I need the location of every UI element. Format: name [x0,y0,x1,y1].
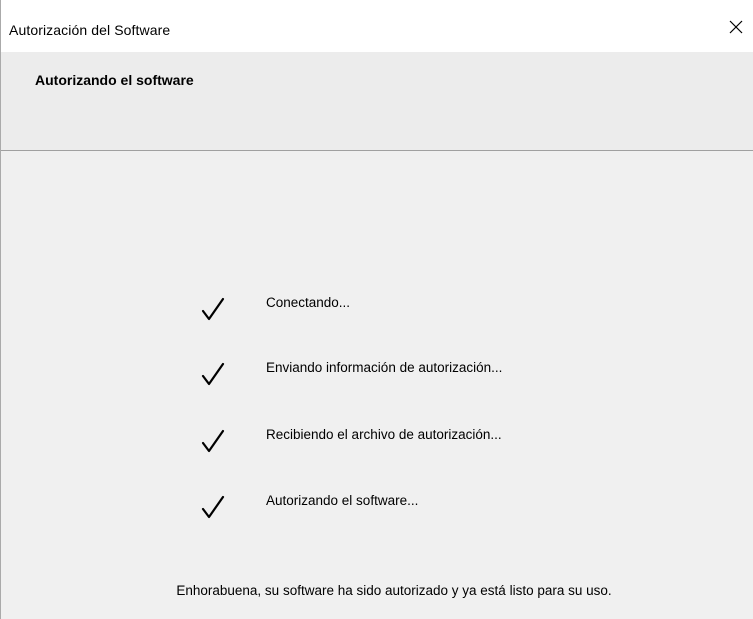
step-label: Autorizando el software... [266,493,419,508]
step-sending-info: Enviando información de autorización... [1,358,753,398]
header-panel: Autorizando el software [1,52,753,151]
checkmark-icon [201,362,225,386]
close-icon [729,20,743,34]
checkmark-icon [201,297,225,321]
checkmark-icon [201,429,225,453]
step-receiving-file: Recibiendo el archivo de autorización... [1,425,753,465]
step-label: Enviando información de autorización... [266,360,503,375]
steps-panel: Conectando... Enviando información de au… [1,151,753,619]
step-label: Recibiendo el archivo de autorización... [266,427,502,442]
page-title: Autorizando el software [35,72,194,88]
title-bar: Autorización del Software [1,0,753,52]
close-button[interactable] [719,10,753,44]
window-title: Autorización del Software [9,22,171,38]
checkmark-icon [201,495,225,519]
authorization-dialog: Autorización del Software Autorizando el… [0,0,753,619]
success-message: Enhorabuena, su software ha sido autoriz… [176,583,612,598]
step-authorizing: Autorizando el software... [1,491,753,531]
step-connecting: Conectando... [1,293,753,333]
step-label: Conectando... [266,295,351,310]
